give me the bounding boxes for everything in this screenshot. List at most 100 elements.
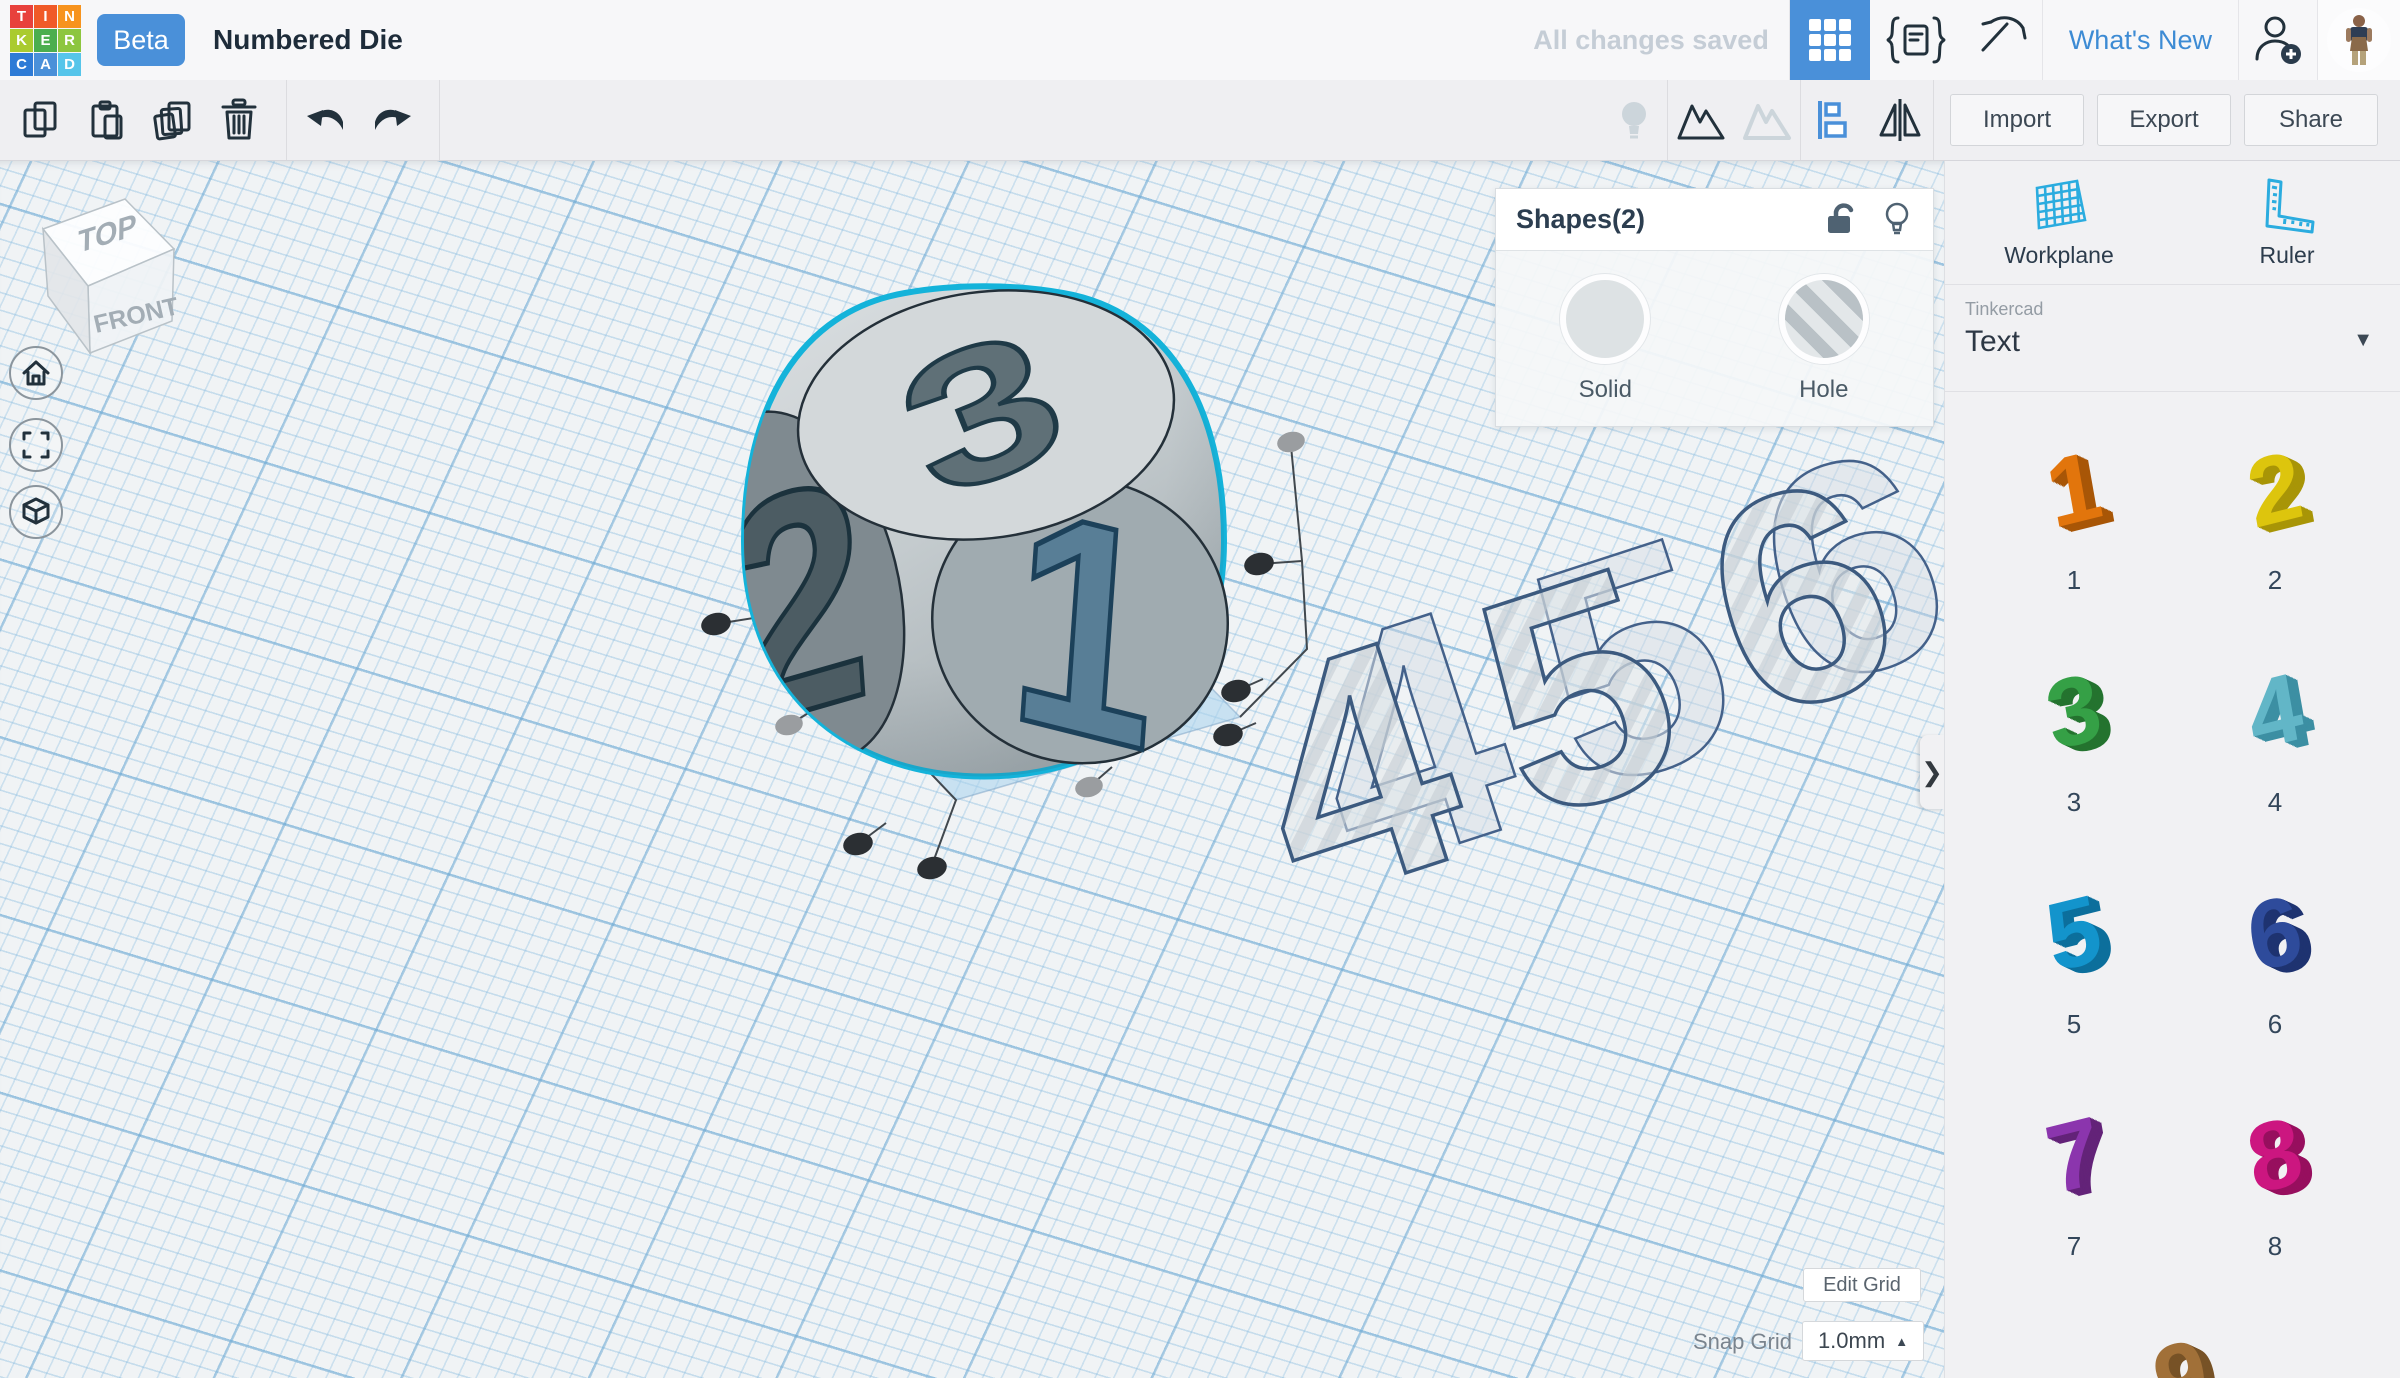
shape-tile-1[interactable]: 1 1 — [1994, 431, 2154, 596]
home-view-icon[interactable] — [9, 346, 63, 400]
shape-sidebar: Workplane Ruler Tinkercad Text ▼ — [1944, 161, 2400, 1378]
shape-caption: 3 — [1994, 787, 2154, 818]
shape-tile-4[interactable]: 4 4 — [2195, 653, 2355, 818]
workplane-label: Workplane — [2004, 242, 2114, 269]
share-button[interactable]: Share — [2244, 94, 2378, 146]
copy-icon[interactable] — [8, 80, 74, 160]
shape-tile-6[interactable]: 6 6 — [2195, 875, 2355, 1040]
shape-caption: 8 — [2195, 1231, 2355, 1262]
shape-category-value: Text — [1965, 325, 2020, 359]
logo-letter: D — [58, 53, 81, 76]
shape-tile-9[interactable]: 9 9 — [2101, 1319, 2261, 1378]
panel-title: Shapes(2) — [1516, 204, 1813, 235]
shape-3d-numeral: 7 — [1986, 1078, 2162, 1235]
shape-3d-numeral: 4 — [2187, 634, 2363, 791]
undo-icon[interactable] — [293, 80, 359, 160]
unlock-icon[interactable] — [1813, 192, 1869, 248]
caret-down-icon: ▼ — [2353, 329, 2373, 352]
logo-letter: C — [10, 53, 33, 76]
export-button[interactable]: Export — [2097, 94, 2231, 146]
shape-caption: 6 — [2195, 1009, 2355, 1040]
shape-3d-numeral: 3 — [1986, 634, 2162, 791]
divider — [1933, 80, 1934, 160]
shape-caption: 7 — [1994, 1231, 2154, 1262]
snap-grid-select[interactable]: 1.0mm ▲ — [1802, 1321, 1924, 1361]
hole-swatch — [1779, 274, 1869, 364]
shape-3d-numeral: 2 — [2187, 412, 2363, 569]
hole-shapes: 6 6 5 5 4 4 — [1210, 382, 1944, 973]
shape-3d-numeral: 1 — [1986, 412, 2162, 569]
align-handle[interactable] — [915, 854, 949, 883]
logo-letter: E — [34, 29, 57, 52]
redo-icon[interactable] — [359, 80, 425, 160]
snap-grid-value: 1.0mm — [1818, 1328, 1885, 1354]
logo-letter: N — [58, 5, 81, 28]
beta-button[interactable]: Beta — [97, 14, 185, 66]
workplane-icon — [2027, 176, 2091, 234]
hole-label: Hole — [1799, 376, 1848, 404]
shape-category-dropdown[interactable]: Tinkercad Text ▼ — [1945, 285, 2400, 391]
perspective-icon[interactable] — [9, 485, 63, 539]
document-title[interactable]: Numbered Die — [213, 24, 403, 56]
snapshot-disabled-icon — [1734, 80, 1800, 160]
delete-icon[interactable] — [206, 80, 272, 160]
shape-tile-3[interactable]: 3 3 — [1994, 653, 2154, 818]
logo-letter: A — [34, 53, 57, 76]
import-button[interactable]: Import — [1950, 94, 2084, 146]
edit-grid-button[interactable]: Edit Grid — [1803, 1268, 1921, 1302]
main-area: TOP FRONT — [0, 161, 2400, 1378]
view-cube[interactable]: TOP FRONT — [43, 199, 181, 353]
shape-tile-7[interactable]: 7 7 — [1994, 1097, 2154, 1262]
bulb-icon[interactable] — [1601, 80, 1667, 160]
snapshot-icon[interactable] — [1668, 80, 1734, 160]
grid-glyph — [1809, 19, 1851, 61]
duplicate-icon[interactable] — [140, 80, 206, 160]
grid-menu-icon[interactable] — [1790, 0, 1870, 80]
autosave-status: All changes saved — [1533, 25, 1769, 56]
shapes-inspector-panel: Shapes(2) S — [1495, 188, 1934, 427]
bulb-icon[interactable] — [1869, 192, 1925, 248]
pickaxe-icon[interactable] — [1962, 0, 2042, 80]
solid-option[interactable]: Solid — [1554, 273, 1656, 405]
3d-viewport[interactable]: TOP FRONT — [0, 161, 1944, 1378]
align-handle[interactable] — [1211, 721, 1245, 750]
paste-icon[interactable] — [74, 80, 140, 160]
align-handle[interactable] — [773, 712, 805, 738]
whats-new-link[interactable]: What's New — [2043, 0, 2238, 80]
add-collaborator-icon[interactable] — [2239, 0, 2317, 80]
tinkercad-logo[interactable]: T I N K E R C A D — [10, 5, 81, 76]
app-header: T I N K E R C A D Beta Numbered Die All … — [0, 0, 2400, 81]
snap-grid-label: Snap Grid — [1640, 1329, 1792, 1355]
shape-3d-numeral: 5 — [1986, 856, 2162, 1013]
hole-option[interactable]: Hole — [1773, 273, 1875, 405]
align-handle[interactable] — [699, 610, 733, 639]
align-handle[interactable] — [1242, 550, 1276, 579]
die-shape[interactable]: 2 1 3 — [658, 267, 1254, 816]
tinkercad-app: { "app": { "accent_blue": "#4a90d9", "se… — [0, 0, 2400, 1378]
align-handle[interactable] — [1275, 429, 1307, 455]
shape-caption: 2 — [2195, 565, 2355, 596]
shape-3d-numeral: 6 — [2187, 856, 2363, 1013]
divider — [439, 80, 440, 160]
panel-header: Shapes(2) — [1496, 189, 1933, 251]
avatar[interactable] — [2318, 0, 2400, 80]
shape-tile-5[interactable]: 5 5 — [1994, 875, 2154, 1040]
mirror-icon[interactable] — [1867, 80, 1933, 160]
caret-up-icon: ▲ — [1895, 1334, 1908, 1349]
ruler-tool[interactable]: Ruler — [2173, 161, 2400, 284]
align-icon[interactable] — [1801, 80, 1867, 160]
fit-view-icon[interactable] — [9, 418, 63, 472]
shape-caption: 4 — [2195, 787, 2355, 818]
workplane-tool[interactable]: Workplane — [1945, 161, 2173, 284]
panel-body: Solid Hole — [1496, 251, 1933, 405]
sidebar-collapse-chevron[interactable]: ❯ — [1920, 735, 1944, 809]
divider — [286, 80, 287, 160]
shape-tile-2[interactable]: 2 2 — [2195, 431, 2355, 596]
code-blocks-icon[interactable] — [1870, 0, 1962, 80]
shape-tile-8[interactable]: 8 8 — [2195, 1097, 2355, 1262]
solid-label: Solid — [1579, 376, 1632, 404]
shape-3d-numeral: 8 — [2187, 1078, 2363, 1235]
logo-letter: T — [10, 5, 33, 28]
solid-swatch — [1560, 274, 1650, 364]
shape-caption: 1 — [1994, 565, 2154, 596]
